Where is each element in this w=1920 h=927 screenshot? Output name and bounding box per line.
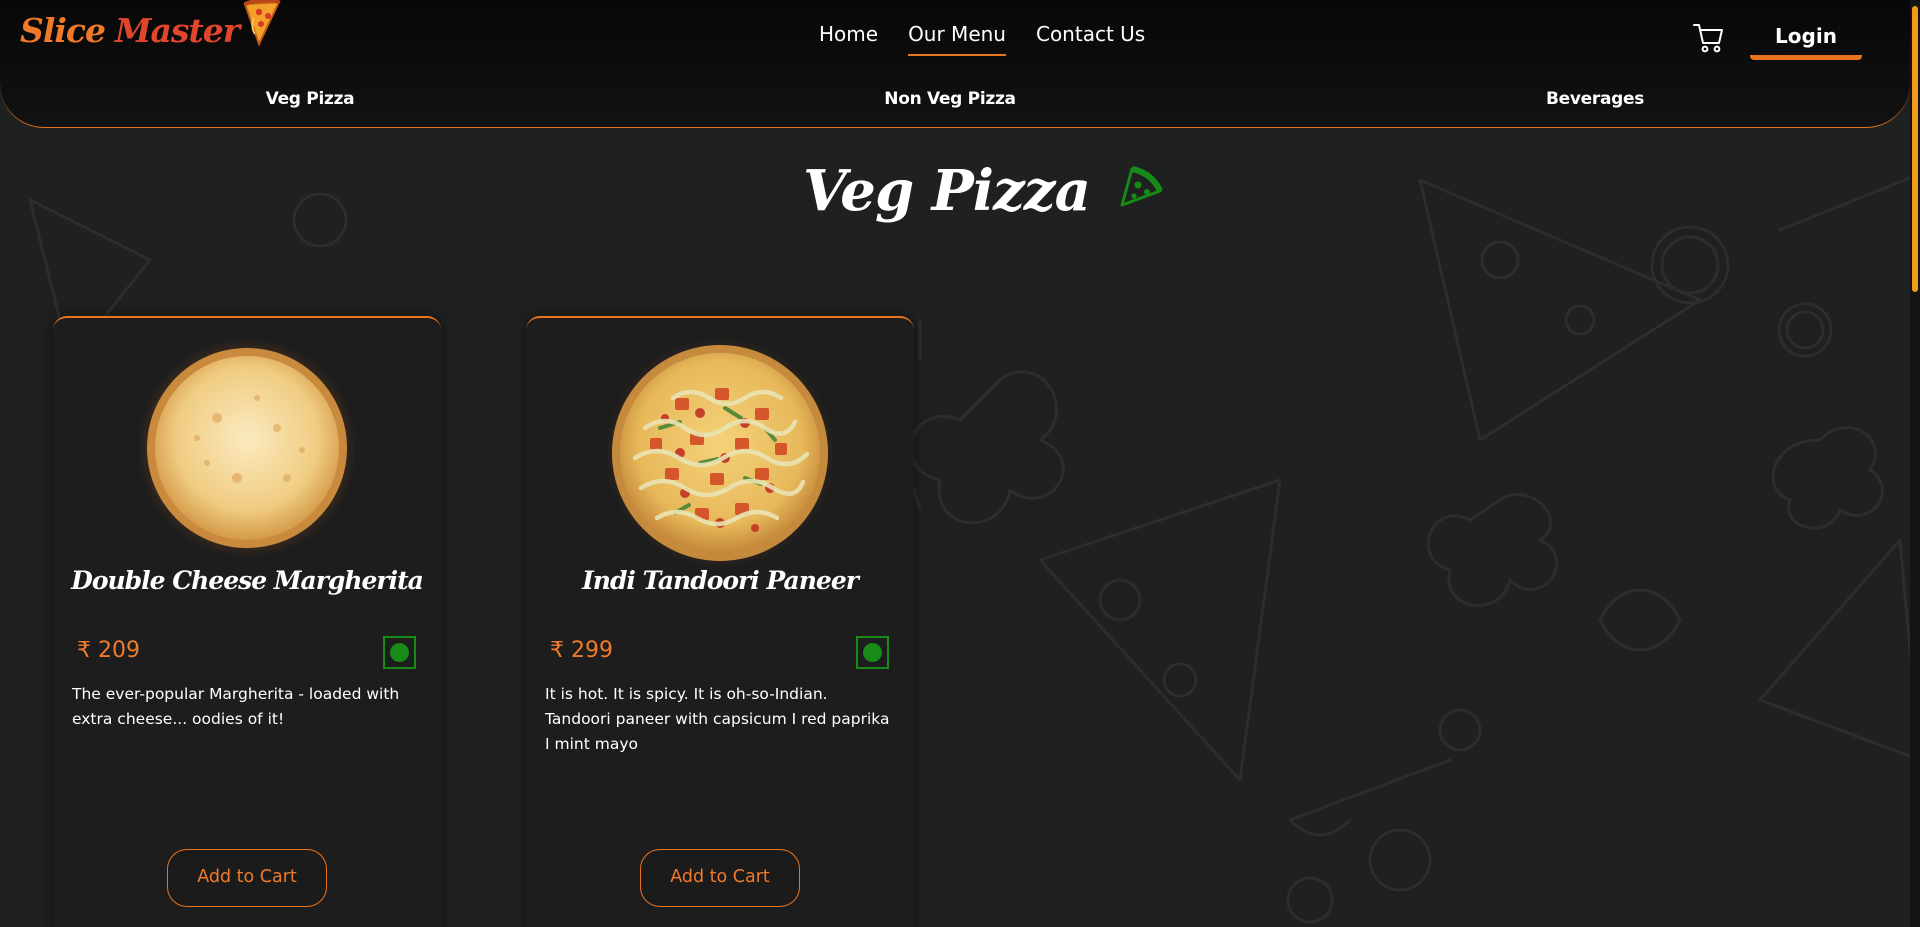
- veg-indicator-icon: [856, 636, 889, 669]
- section-title: Veg Pizza: [803, 158, 1091, 224]
- pizza-slice-logo-icon: [243, 0, 281, 47]
- brand-name-part2: Master: [115, 10, 240, 50]
- page: Slice Master Home Our Menu Contact Us Lo…: [0, 0, 1920, 927]
- tandoori-paneer-pizza-image: [605, 338, 835, 568]
- add-to-cart-button[interactable]: Add to Cart: [640, 849, 800, 907]
- category-veg-pizza[interactable]: Veg Pizza: [266, 89, 355, 109]
- scrollbar-thumb[interactable]: [1912, 6, 1918, 292]
- nav-our-menu[interactable]: Our Menu: [908, 22, 1006, 56]
- product-description: It is hot. It is spicy. It is oh-so-Indi…: [545, 685, 890, 753]
- product-name: Indi Tandoori Paneer: [582, 566, 859, 595]
- product-card: Indi Tandoori Paneer ₹ 299 It is hot. It…: [526, 316, 914, 927]
- product-price: ₹ 209: [77, 638, 140, 663]
- category-beverages[interactable]: Beverages: [1546, 89, 1644, 109]
- cart-icon[interactable]: [1692, 20, 1726, 54]
- veg-indicator-icon: [383, 636, 416, 669]
- product-description: The ever-popular Margherita - loaded wit…: [72, 685, 400, 728]
- brand-name-part1: Slice: [20, 10, 106, 50]
- add-to-cart-button[interactable]: Add to Cart: [167, 849, 327, 907]
- section-heading: Veg Pizza: [803, 158, 1164, 224]
- brand-logo[interactable]: Slice Master: [20, 0, 283, 56]
- product-price: ₹ 299: [550, 638, 613, 663]
- category-nav: Veg Pizza Non Veg Pizza Beverages: [0, 89, 1910, 113]
- margherita-pizza-image: [137, 338, 357, 558]
- nav-home[interactable]: Home: [819, 22, 878, 56]
- category-non-veg-pizza[interactable]: Non Veg Pizza: [884, 89, 1016, 109]
- nav-contact-us[interactable]: Contact Us: [1036, 22, 1145, 56]
- site-header: Slice Master Home Our Menu Contact Us Lo…: [0, 0, 1910, 128]
- product-card: Double Cheese Margherita ₹ 209 The ever-…: [53, 316, 441, 927]
- veg-pizza-slice-icon: [1120, 166, 1163, 207]
- product-name: Double Cheese Margherita: [71, 566, 424, 595]
- main-nav: Home Our Menu Contact Us: [819, 22, 1145, 56]
- login-button[interactable]: Login: [1750, 18, 1862, 60]
